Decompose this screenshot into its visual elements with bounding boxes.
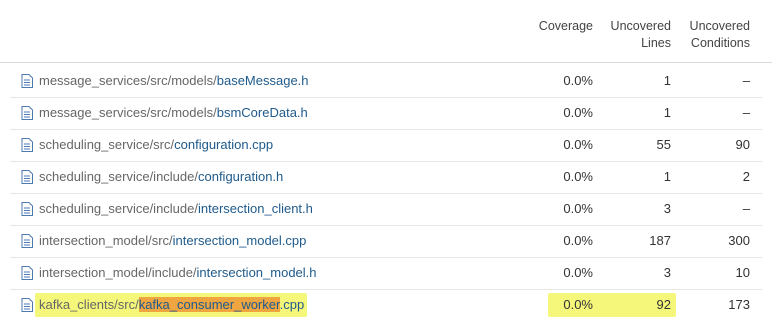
uncovered-conditions-value: – — [742, 105, 750, 120]
coverage-value: 0.0% — [563, 169, 593, 184]
uncovered-lines-value[interactable]: 92 — [657, 296, 671, 314]
file-link[interactable]: intersection_model/src/intersection_mode… — [39, 232, 306, 250]
table-row-highlighted: kafka_clients/src/kafka_consumer_worker.… — [10, 289, 762, 321]
uncovered-conditions-value[interactable]: 173 — [728, 296, 750, 314]
coverage-value: 0.0% — [563, 297, 593, 312]
uncovered-conditions-value[interactable]: 2 — [743, 168, 750, 186]
file-icon — [21, 266, 33, 280]
file-icon — [21, 74, 33, 88]
coverage-value: 0.0% — [563, 233, 593, 248]
uncovered-lines-value[interactable]: 1 — [664, 104, 671, 122]
file-link[interactable]: intersection_model/include/intersection_… — [39, 264, 317, 282]
uncovered-conditions-value[interactable]: 300 — [728, 232, 750, 250]
uncovered-lines-header[interactable]: Uncovered Lines — [611, 18, 671, 52]
table-row: message_services/src/models/bsmCoreData.… — [10, 97, 762, 130]
coverage-value: 0.0% — [563, 105, 593, 120]
file-link[interactable]: scheduling_service/include/configuration… — [39, 168, 283, 186]
table-row: scheduling_service/include/intersection_… — [10, 193, 762, 226]
file-icon — [21, 234, 33, 248]
coverage-value: 0.0% — [563, 73, 593, 88]
uncovered-lines-value[interactable]: 3 — [664, 200, 671, 218]
file-icon — [21, 170, 33, 184]
table-row: intersection_model/src/intersection_mode… — [10, 225, 762, 258]
coverage-table: Coverage Uncovered Lines Uncovered Condi… — [0, 0, 772, 332]
coverage-value: 0.0% — [563, 265, 593, 280]
file-icon — [21, 106, 33, 120]
table-row: scheduling_service/src/configuration.cpp… — [10, 129, 762, 162]
file-link[interactable]: kafka_clients/src/kafka_consumer_worker.… — [39, 296, 304, 314]
file-link[interactable]: message_services/src/models/bsmCoreData.… — [39, 104, 308, 122]
uncovered-lines-value[interactable]: 3 — [664, 264, 671, 282]
uncovered-conditions-value: – — [742, 201, 750, 216]
file-link[interactable]: message_services/src/models/baseMessage.… — [39, 72, 309, 90]
file-icon — [21, 138, 33, 152]
uncovered-conditions-value: – — [742, 73, 750, 88]
uncovered-conditions-value[interactable]: 10 — [736, 264, 750, 282]
uncovered-conditions-value[interactable]: 90 — [736, 136, 750, 154]
uncovered-lines-value[interactable]: 55 — [657, 136, 671, 154]
file-icon — [21, 202, 33, 216]
coverage-header[interactable]: Coverage — [539, 18, 593, 35]
file-link[interactable]: scheduling_service/src/configuration.cpp — [39, 136, 273, 154]
table-row: intersection_model/include/intersection_… — [10, 257, 762, 290]
uncovered-conditions-header[interactable]: Uncovered Conditions — [690, 18, 750, 52]
uncovered-lines-value[interactable]: 1 — [664, 72, 671, 90]
file-icon — [21, 298, 33, 312]
uncovered-lines-value[interactable]: 1 — [664, 168, 671, 186]
file-link[interactable]: scheduling_service/include/intersection_… — [39, 200, 313, 218]
uncovered-lines-value[interactable]: 187 — [649, 232, 671, 250]
coverage-value: 0.0% — [563, 137, 593, 152]
table-header: Coverage Uncovered Lines Uncovered Condi… — [0, 0, 772, 63]
coverage-value: 0.0% — [563, 201, 593, 216]
table-row: scheduling_service/include/configuration… — [10, 161, 762, 194]
table-row: message_services/src/models/baseMessage.… — [10, 65, 762, 98]
